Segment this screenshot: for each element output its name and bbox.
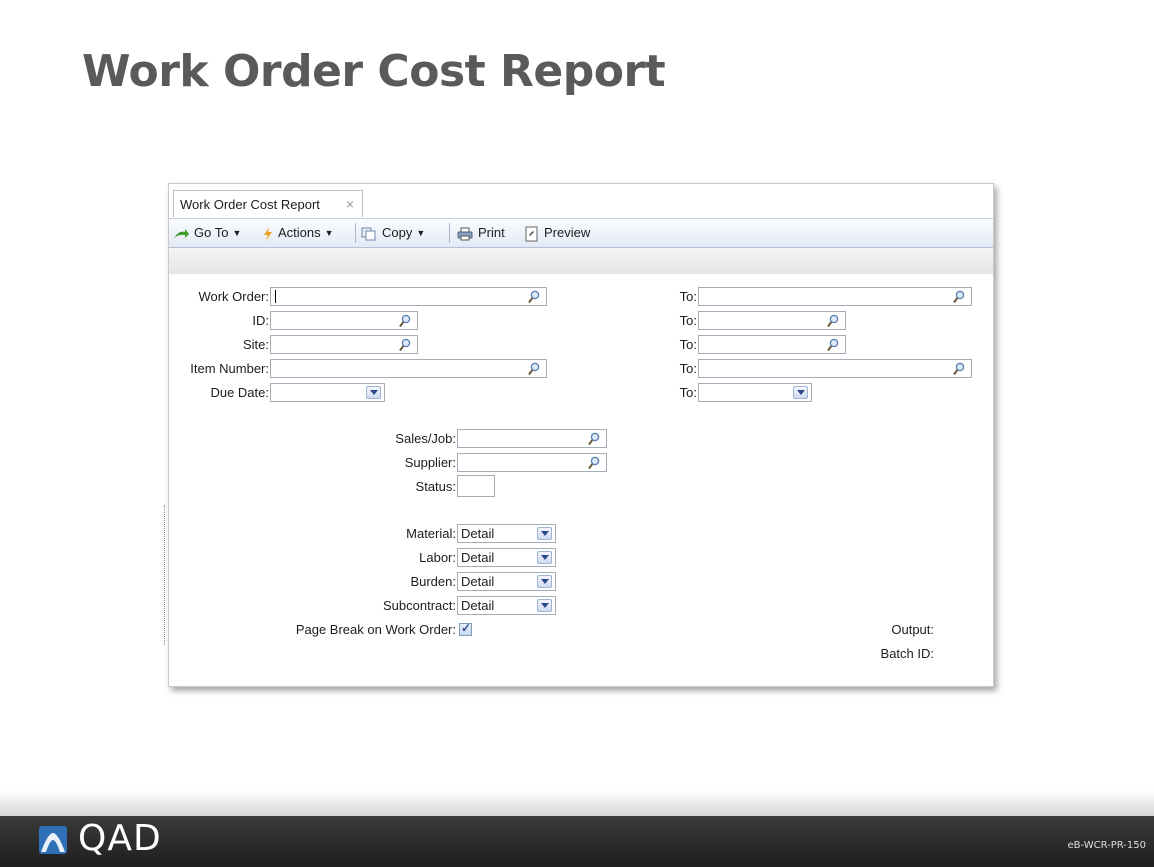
burden-label: Burden: [410, 574, 456, 589]
item-number-input[interactable] [270, 359, 547, 378]
chevron-down-icon[interactable] [537, 551, 552, 564]
toolbar-divider [449, 223, 450, 243]
actions-label: Actions [278, 225, 321, 240]
search-icon[interactable] [827, 338, 839, 352]
search-icon[interactable] [588, 456, 600, 470]
chevron-down-icon[interactable] [793, 386, 808, 399]
header-band [169, 248, 993, 274]
due-date-to-select[interactable] [698, 383, 812, 402]
site-to-input[interactable] [698, 335, 846, 354]
copy-label: Copy [382, 225, 413, 240]
tab-label: Work Order Cost Report [180, 197, 320, 212]
slide-code: eB-WCR-PR-150 [1067, 840, 1146, 851]
page-break-label: Page Break on Work Order: [295, 622, 456, 637]
supplier-input[interactable] [457, 453, 607, 472]
supplier-label: Supplier: [404, 455, 456, 470]
subcontract-label: Subcontract: [383, 598, 456, 613]
toolbar: Go To ▼ Actions ▼ Copy ▼ Print Preview [169, 219, 993, 248]
tab-strip: Work Order Cost Report × [169, 184, 993, 219]
status-label: Status: [415, 479, 456, 494]
work-order-label: Work Order: [198, 289, 269, 304]
print-button[interactable]: Print [457, 219, 505, 247]
footer-fade [0, 790, 1154, 816]
site-to-label: To: [679, 337, 697, 352]
chevron-down-icon[interactable] [366, 386, 381, 399]
id-to-label: To: [679, 313, 697, 328]
item-number-to-label: To: [679, 361, 697, 376]
labor-label: Labor: [419, 550, 456, 565]
actions-button[interactable]: Actions ▼ [263, 219, 334, 247]
burden-value: Detail [461, 574, 495, 589]
slide-title: Work Order Cost Report [82, 46, 666, 97]
footer-bar [0, 816, 1154, 867]
preview-icon [525, 226, 538, 242]
toolbar-divider [355, 223, 356, 243]
id-input[interactable] [270, 311, 418, 330]
chevron-down-icon: ▼ [232, 228, 242, 238]
output-label: Output: [891, 622, 934, 637]
tab-work-order-cost-report[interactable]: Work Order Cost Report × [173, 190, 363, 217]
search-icon[interactable] [528, 362, 540, 376]
material-label: Material: [406, 526, 456, 541]
preview-button[interactable]: Preview [525, 219, 590, 247]
report-form: Work Order: To: ID: To: Site: To: Item N… [169, 274, 993, 686]
search-icon[interactable] [528, 290, 540, 304]
id-to-input[interactable] [698, 311, 846, 330]
preview-label: Preview [544, 225, 591, 240]
search-icon[interactable] [588, 432, 600, 446]
sales-job-label: Sales/Job: [395, 431, 456, 446]
due-date-to-label: To: [679, 385, 697, 400]
chevron-down-icon[interactable] [537, 575, 552, 588]
close-icon[interactable]: × [346, 191, 354, 218]
goto-label: Go To [194, 225, 229, 240]
status-input[interactable] [457, 475, 495, 497]
id-label: ID: [252, 313, 269, 328]
batch-id-label: Batch ID: [880, 646, 934, 661]
due-date-label: Due Date: [210, 385, 269, 400]
item-number-label: Item Number: [190, 361, 269, 376]
work-order-to-label: To: [679, 289, 697, 304]
material-select[interactable]: Detail [457, 524, 556, 543]
copy-button[interactable]: Copy ▼ [361, 219, 425, 247]
item-number-to-input[interactable] [698, 359, 972, 378]
chevron-down-icon[interactable] [537, 599, 552, 612]
chevron-down-icon: ▼ [324, 228, 334, 238]
chevron-down-icon: ▼ [416, 228, 426, 238]
labor-select[interactable]: Detail [457, 548, 556, 567]
site-label: Site: [242, 337, 269, 352]
goto-button[interactable]: Go To ▼ [173, 219, 241, 247]
print-label: Print [478, 225, 505, 240]
qad-logo-icon [39, 826, 67, 854]
subcontract-select[interactable]: Detail [457, 596, 556, 615]
search-icon[interactable] [953, 290, 965, 304]
chevron-down-icon[interactable] [537, 527, 552, 540]
search-icon[interactable] [827, 314, 839, 328]
page-break-checkbox[interactable] [459, 621, 472, 636]
copy-icon [361, 227, 376, 241]
text-cursor [275, 290, 276, 303]
work-order-input[interactable] [270, 287, 547, 306]
material-value: Detail [461, 526, 495, 541]
goto-arrow-icon [174, 228, 189, 238]
logo-text: QAD [78, 818, 162, 859]
printer-icon [457, 227, 473, 241]
report-window: Work Order Cost Report × Go To ▼ Actions ▼… [168, 183, 994, 687]
subcontract-value: Detail [461, 598, 495, 613]
work-order-to-input[interactable] [698, 287, 972, 306]
search-icon[interactable] [399, 314, 411, 328]
due-date-select[interactable] [270, 383, 385, 402]
lightning-icon [264, 226, 272, 241]
labor-value: Detail [461, 550, 495, 565]
resize-grip[interactable] [164, 505, 167, 645]
site-input[interactable] [270, 335, 418, 354]
sales-job-input[interactable] [457, 429, 607, 448]
burden-select[interactable]: Detail [457, 572, 556, 591]
search-icon[interactable] [399, 338, 411, 352]
search-icon[interactable] [953, 362, 965, 376]
